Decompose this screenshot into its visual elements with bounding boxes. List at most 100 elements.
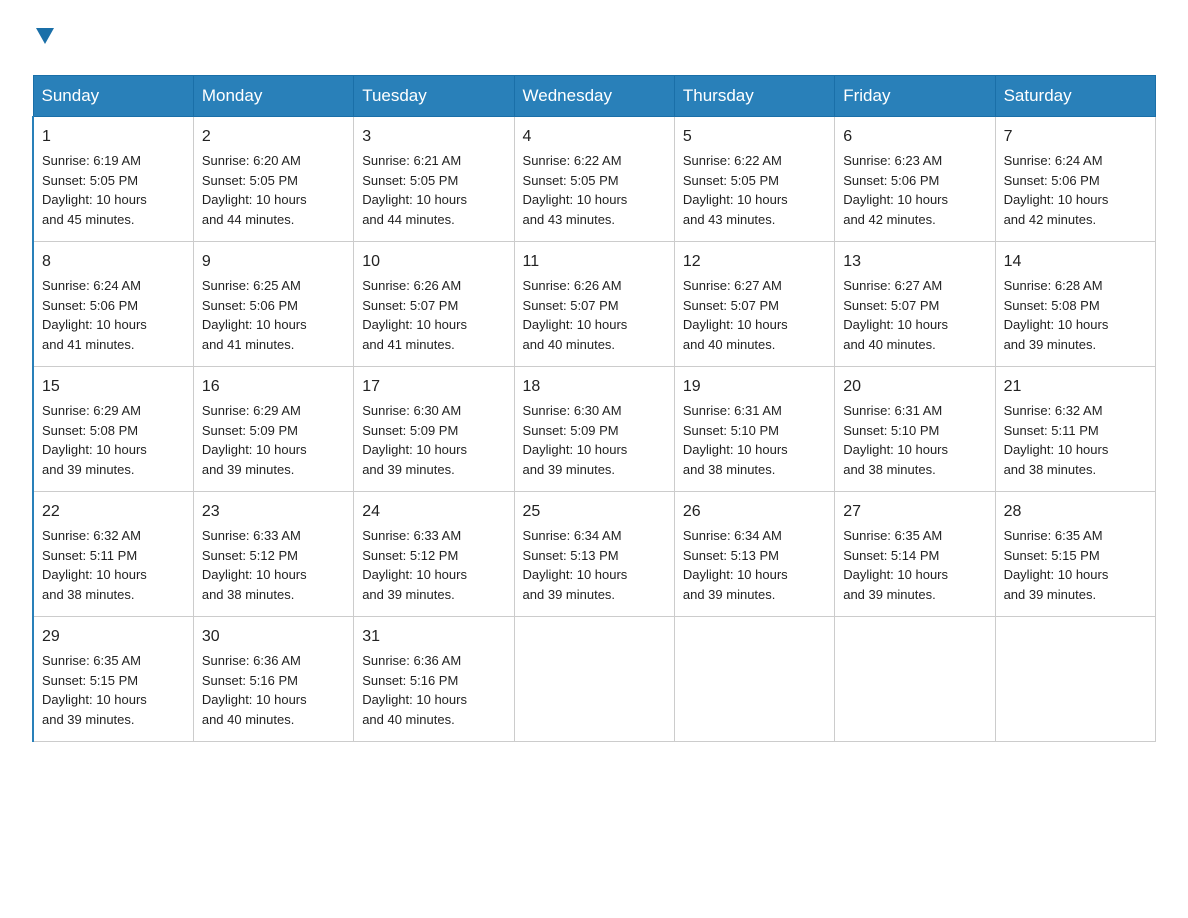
calendar-day-cell: 22 Sunrise: 6:32 AMSunset: 5:11 PMDaylig… — [33, 492, 193, 617]
calendar-week-row: 8 Sunrise: 6:24 AMSunset: 5:06 PMDayligh… — [33, 242, 1156, 367]
calendar-day-cell: 7 Sunrise: 6:24 AMSunset: 5:06 PMDayligh… — [995, 117, 1155, 242]
day-info: Sunrise: 6:23 AMSunset: 5:06 PMDaylight:… — [843, 153, 948, 227]
calendar-day-cell: 4 Sunrise: 6:22 AMSunset: 5:05 PMDayligh… — [514, 117, 674, 242]
day-info: Sunrise: 6:34 AMSunset: 5:13 PMDaylight:… — [683, 528, 788, 602]
day-info: Sunrise: 6:22 AMSunset: 5:05 PMDaylight:… — [523, 153, 628, 227]
day-number: 16 — [202, 375, 345, 399]
day-number: 6 — [843, 125, 986, 149]
day-number: 7 — [1004, 125, 1147, 149]
calendar-day-cell: 9 Sunrise: 6:25 AMSunset: 5:06 PMDayligh… — [193, 242, 353, 367]
day-info: Sunrise: 6:21 AMSunset: 5:05 PMDaylight:… — [362, 153, 467, 227]
day-number: 9 — [202, 250, 345, 274]
day-info: Sunrise: 6:36 AMSunset: 5:16 PMDaylight:… — [362, 653, 467, 727]
calendar-week-row: 1 Sunrise: 6:19 AMSunset: 5:05 PMDayligh… — [33, 117, 1156, 242]
calendar-day-cell: 19 Sunrise: 6:31 AMSunset: 5:10 PMDaylig… — [674, 367, 834, 492]
day-info: Sunrise: 6:26 AMSunset: 5:07 PMDaylight:… — [523, 278, 628, 352]
day-number: 5 — [683, 125, 826, 149]
day-number: 3 — [362, 125, 505, 149]
day-number: 8 — [42, 250, 185, 274]
day-info: Sunrise: 6:28 AMSunset: 5:08 PMDaylight:… — [1004, 278, 1109, 352]
calendar-day-cell: 3 Sunrise: 6:21 AMSunset: 5:05 PMDayligh… — [354, 117, 514, 242]
calendar-empty-cell — [995, 617, 1155, 742]
calendar-week-row: 29 Sunrise: 6:35 AMSunset: 5:15 PMDaylig… — [33, 617, 1156, 742]
day-number: 20 — [843, 375, 986, 399]
calendar-empty-cell — [514, 617, 674, 742]
calendar-day-cell: 29 Sunrise: 6:35 AMSunset: 5:15 PMDaylig… — [33, 617, 193, 742]
calendar-day-cell: 14 Sunrise: 6:28 AMSunset: 5:08 PMDaylig… — [995, 242, 1155, 367]
column-header-saturday: Saturday — [995, 76, 1155, 117]
calendar-header: SundayMondayTuesdayWednesdayThursdayFrid… — [33, 76, 1156, 117]
logo-arrow-icon — [34, 24, 56, 46]
day-info: Sunrise: 6:36 AMSunset: 5:16 PMDaylight:… — [202, 653, 307, 727]
day-info: Sunrise: 6:30 AMSunset: 5:09 PMDaylight:… — [362, 403, 467, 477]
header-row: SundayMondayTuesdayWednesdayThursdayFrid… — [33, 76, 1156, 117]
calendar-day-cell: 1 Sunrise: 6:19 AMSunset: 5:05 PMDayligh… — [33, 117, 193, 242]
day-number: 27 — [843, 500, 986, 524]
logo — [32, 24, 56, 57]
day-number: 29 — [42, 625, 185, 649]
day-info: Sunrise: 6:35 AMSunset: 5:15 PMDaylight:… — [1004, 528, 1109, 602]
calendar-day-cell: 24 Sunrise: 6:33 AMSunset: 5:12 PMDaylig… — [354, 492, 514, 617]
calendar-day-cell: 2 Sunrise: 6:20 AMSunset: 5:05 PMDayligh… — [193, 117, 353, 242]
day-info: Sunrise: 6:26 AMSunset: 5:07 PMDaylight:… — [362, 278, 467, 352]
day-info: Sunrise: 6:24 AMSunset: 5:06 PMDaylight:… — [42, 278, 147, 352]
calendar-day-cell: 23 Sunrise: 6:33 AMSunset: 5:12 PMDaylig… — [193, 492, 353, 617]
day-number: 22 — [42, 500, 185, 524]
calendar-body: 1 Sunrise: 6:19 AMSunset: 5:05 PMDayligh… — [33, 117, 1156, 742]
calendar-day-cell: 18 Sunrise: 6:30 AMSunset: 5:09 PMDaylig… — [514, 367, 674, 492]
column-header-thursday: Thursday — [674, 76, 834, 117]
day-info: Sunrise: 6:35 AMSunset: 5:14 PMDaylight:… — [843, 528, 948, 602]
day-number: 12 — [683, 250, 826, 274]
calendar-day-cell: 12 Sunrise: 6:27 AMSunset: 5:07 PMDaylig… — [674, 242, 834, 367]
calendar-day-cell: 13 Sunrise: 6:27 AMSunset: 5:07 PMDaylig… — [835, 242, 995, 367]
day-number: 4 — [523, 125, 666, 149]
calendar-day-cell: 15 Sunrise: 6:29 AMSunset: 5:08 PMDaylig… — [33, 367, 193, 492]
calendar-day-cell: 31 Sunrise: 6:36 AMSunset: 5:16 PMDaylig… — [354, 617, 514, 742]
day-info: Sunrise: 6:33 AMSunset: 5:12 PMDaylight:… — [202, 528, 307, 602]
page-header — [32, 24, 1156, 57]
day-info: Sunrise: 6:29 AMSunset: 5:09 PMDaylight:… — [202, 403, 307, 477]
calendar-day-cell: 28 Sunrise: 6:35 AMSunset: 5:15 PMDaylig… — [995, 492, 1155, 617]
day-number: 13 — [843, 250, 986, 274]
day-info: Sunrise: 6:30 AMSunset: 5:09 PMDaylight:… — [523, 403, 628, 477]
day-info: Sunrise: 6:25 AMSunset: 5:06 PMDaylight:… — [202, 278, 307, 352]
day-number: 15 — [42, 375, 185, 399]
calendar-day-cell: 21 Sunrise: 6:32 AMSunset: 5:11 PMDaylig… — [995, 367, 1155, 492]
day-info: Sunrise: 6:35 AMSunset: 5:15 PMDaylight:… — [42, 653, 147, 727]
calendar-day-cell: 27 Sunrise: 6:35 AMSunset: 5:14 PMDaylig… — [835, 492, 995, 617]
day-number: 10 — [362, 250, 505, 274]
calendar-day-cell: 16 Sunrise: 6:29 AMSunset: 5:09 PMDaylig… — [193, 367, 353, 492]
calendar-day-cell: 10 Sunrise: 6:26 AMSunset: 5:07 PMDaylig… — [354, 242, 514, 367]
day-number: 18 — [523, 375, 666, 399]
day-number: 11 — [523, 250, 666, 274]
calendar-day-cell: 30 Sunrise: 6:36 AMSunset: 5:16 PMDaylig… — [193, 617, 353, 742]
day-number: 25 — [523, 500, 666, 524]
day-number: 28 — [1004, 500, 1147, 524]
column-header-friday: Friday — [835, 76, 995, 117]
calendar-day-cell: 20 Sunrise: 6:31 AMSunset: 5:10 PMDaylig… — [835, 367, 995, 492]
day-number: 23 — [202, 500, 345, 524]
day-info: Sunrise: 6:33 AMSunset: 5:12 PMDaylight:… — [362, 528, 467, 602]
day-number: 17 — [362, 375, 505, 399]
day-info: Sunrise: 6:34 AMSunset: 5:13 PMDaylight:… — [523, 528, 628, 602]
calendar-day-cell: 11 Sunrise: 6:26 AMSunset: 5:07 PMDaylig… — [514, 242, 674, 367]
column-header-monday: Monday — [193, 76, 353, 117]
calendar-day-cell: 25 Sunrise: 6:34 AMSunset: 5:13 PMDaylig… — [514, 492, 674, 617]
day-info: Sunrise: 6:32 AMSunset: 5:11 PMDaylight:… — [1004, 403, 1109, 477]
day-number: 14 — [1004, 250, 1147, 274]
day-info: Sunrise: 6:19 AMSunset: 5:05 PMDaylight:… — [42, 153, 147, 227]
day-number: 30 — [202, 625, 345, 649]
day-info: Sunrise: 6:31 AMSunset: 5:10 PMDaylight:… — [683, 403, 788, 477]
day-info: Sunrise: 6:29 AMSunset: 5:08 PMDaylight:… — [42, 403, 147, 477]
day-number: 26 — [683, 500, 826, 524]
day-number: 21 — [1004, 375, 1147, 399]
day-info: Sunrise: 6:20 AMSunset: 5:05 PMDaylight:… — [202, 153, 307, 227]
calendar-table: SundayMondayTuesdayWednesdayThursdayFrid… — [32, 75, 1156, 742]
day-number: 2 — [202, 125, 345, 149]
day-info: Sunrise: 6:32 AMSunset: 5:11 PMDaylight:… — [42, 528, 147, 602]
calendar-day-cell: 5 Sunrise: 6:22 AMSunset: 5:05 PMDayligh… — [674, 117, 834, 242]
calendar-day-cell: 26 Sunrise: 6:34 AMSunset: 5:13 PMDaylig… — [674, 492, 834, 617]
calendar-day-cell: 6 Sunrise: 6:23 AMSunset: 5:06 PMDayligh… — [835, 117, 995, 242]
column-header-sunday: Sunday — [33, 76, 193, 117]
day-info: Sunrise: 6:31 AMSunset: 5:10 PMDaylight:… — [843, 403, 948, 477]
